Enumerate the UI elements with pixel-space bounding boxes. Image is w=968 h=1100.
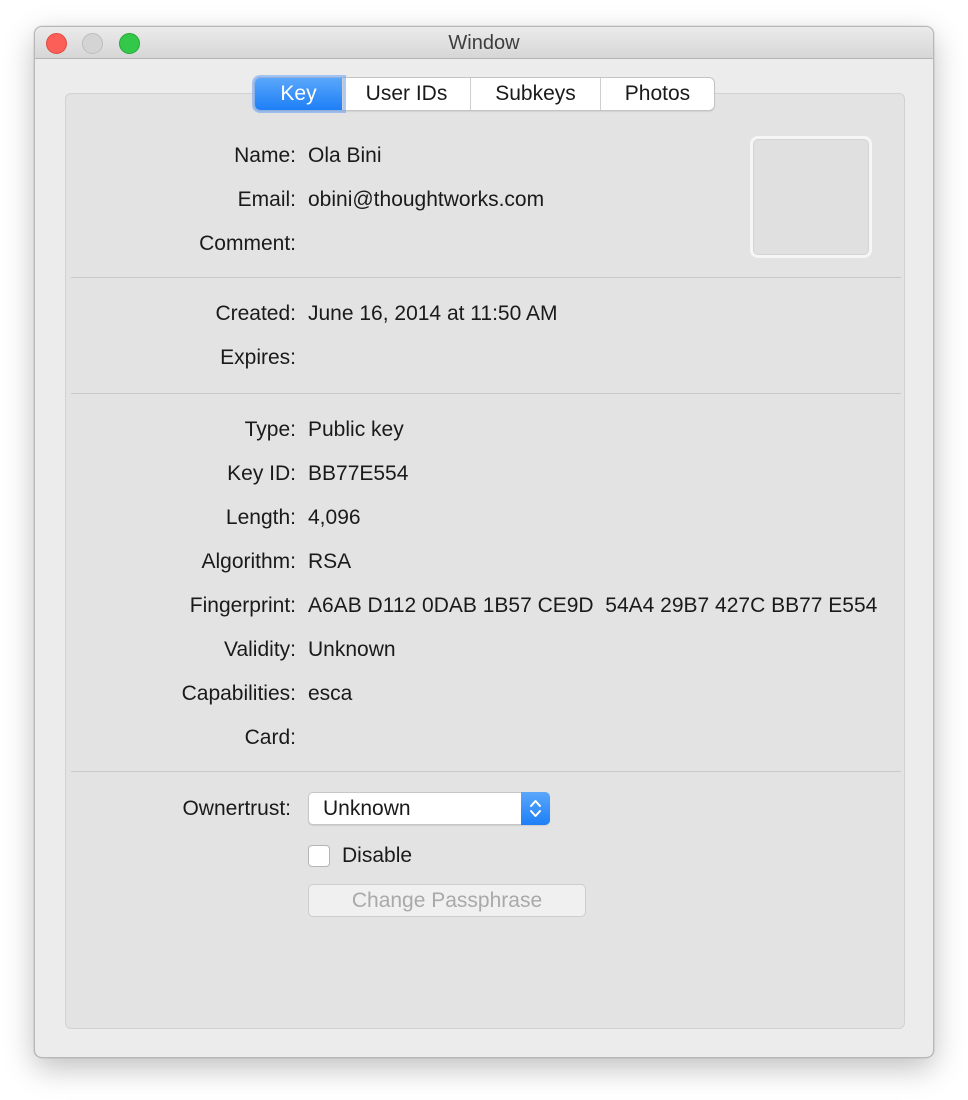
algorithm-label: Algorithm:	[201, 550, 296, 573]
window-title: Window	[448, 32, 520, 54]
keyid-value: BB77E554	[308, 462, 409, 485]
fingerprint-row: Fingerprint: A6AB D112 0DAB 1B57 CE9D 54…	[66, 591, 896, 621]
up-down-chevron-icon	[521, 792, 550, 825]
algorithm-row: Algorithm: RSA	[66, 547, 896, 577]
validity-label: Validity:	[224, 638, 296, 661]
created-value: June 16, 2014 at 11:50 AM	[308, 302, 558, 325]
fingerprint-value: A6AB D112 0DAB 1B57 CE9D 54A4 29B7 427C …	[308, 594, 878, 617]
disable-checkbox[interactable]	[308, 845, 330, 867]
created-row: Created: June 16, 2014 at 11:50 AM	[66, 299, 896, 329]
title-bar[interactable]: Window	[35, 27, 933, 59]
comment-label: Comment:	[199, 232, 296, 255]
keyid-label: Key ID:	[227, 462, 296, 485]
validity-value: Unknown	[308, 638, 396, 661]
length-label: Length:	[225, 506, 296, 529]
tab-subkeys[interactable]: Subkeys	[471, 78, 601, 110]
email-value: obini@thoughtworks.com	[308, 188, 545, 211]
separator	[71, 393, 901, 394]
card-row: Card:	[66, 723, 896, 753]
photo-well[interactable]	[750, 136, 872, 258]
separator	[71, 277, 901, 278]
name-value: Ola Bini	[308, 144, 382, 167]
disable-label[interactable]: Disable	[342, 841, 412, 871]
tab-key[interactable]: Key	[255, 78, 343, 110]
ownertrust-selected-value: Unknown	[323, 797, 411, 820]
name-label: Name:	[234, 144, 296, 167]
change-passphrase-button[interactable]: Change Passphrase	[308, 884, 586, 917]
tab-content-panel: Name: Ola Bini Email: obini@thoughtworks…	[65, 93, 905, 1029]
ownertrust-row: Ownertrust:	[66, 794, 306, 824]
expires-label: Expires:	[220, 346, 296, 369]
expires-row: Expires:	[66, 343, 896, 373]
separator	[71, 771, 901, 772]
tab-bar: Key User IDs Subkeys Photos	[254, 77, 715, 111]
length-value: 4,096	[308, 506, 361, 529]
type-label: Type:	[244, 418, 296, 441]
ownertrust-popup[interactable]: Unknown	[308, 792, 550, 825]
type-value: Public key	[308, 418, 404, 441]
keyid-row: Key ID: BB77E554	[66, 459, 896, 489]
created-label: Created:	[215, 302, 296, 325]
capabilities-value: esca	[308, 682, 353, 705]
card-label: Card:	[244, 726, 296, 749]
tab-photos[interactable]: Photos	[601, 78, 714, 110]
fingerprint-label: Fingerprint:	[189, 594, 296, 617]
type-row: Type: Public key	[66, 415, 896, 445]
algorithm-value: RSA	[308, 550, 352, 573]
tab-user-ids[interactable]: User IDs	[343, 78, 471, 110]
capabilities-label: Capabilities:	[181, 682, 296, 705]
ownertrust-label: Ownertrust:	[182, 797, 291, 820]
key-inspector-window: Window Key User IDs Subkeys Photos Name:…	[34, 26, 934, 1058]
validity-row: Validity: Unknown	[66, 635, 896, 665]
length-row: Length: 4,096	[66, 503, 896, 533]
capabilities-row: Capabilities: esca	[66, 679, 896, 709]
email-label: Email:	[237, 188, 296, 211]
